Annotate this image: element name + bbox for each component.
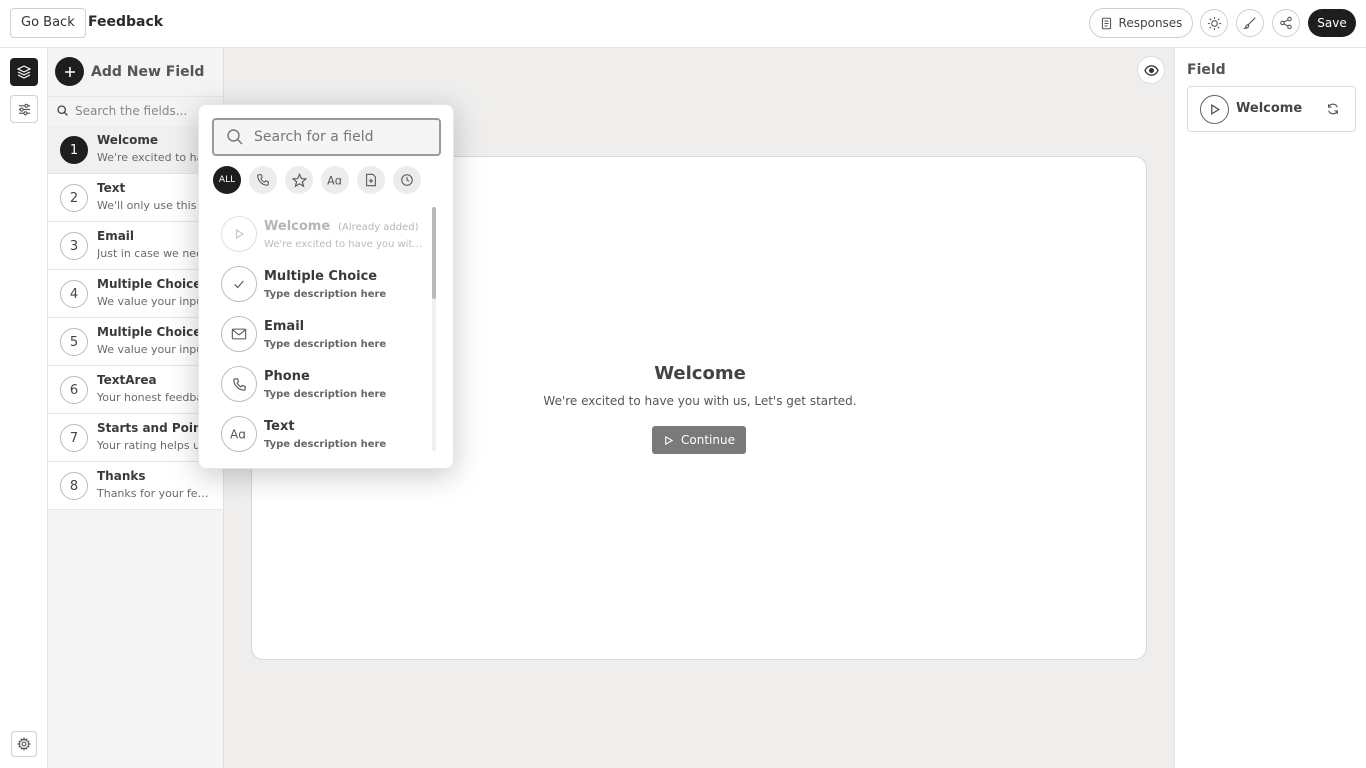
preview-button[interactable] (1137, 56, 1165, 84)
option-desc: We're excited to have you with us (264, 239, 428, 250)
share-icon (1279, 16, 1293, 30)
text-icon: Aɑ (327, 174, 344, 186)
field-number: 8 (60, 472, 88, 500)
layers-icon (16, 64, 32, 80)
add-new-field-button[interactable]: Add New Field (55, 57, 204, 86)
fields-tab-button[interactable] (10, 58, 38, 86)
field-title: Thanks (97, 469, 146, 483)
file-add-icon (364, 173, 378, 187)
filter-all-button[interactable]: ALL (213, 166, 241, 194)
field-title: Email (97, 229, 135, 243)
field-title: Text (97, 181, 126, 195)
change-field-type-button[interactable] (1326, 102, 1340, 116)
filter-file-button[interactable] (357, 166, 385, 194)
go-back-button[interactable]: Go Back (10, 8, 86, 38)
field-number: 5 (60, 328, 88, 356)
search-icon (56, 104, 69, 117)
responses-label: Responses (1118, 16, 1183, 30)
filter-text-button[interactable]: Aɑ (321, 166, 349, 194)
share-button[interactable] (1272, 9, 1300, 37)
mail-icon (221, 316, 257, 352)
field-type-option[interactable]: Phone Type description here (199, 359, 431, 409)
check-icon (221, 266, 257, 302)
filter-phone-button[interactable] (249, 166, 277, 194)
option-title: Phone (264, 369, 310, 384)
field-title: Starts and Points (97, 421, 215, 435)
field-type-option: Welcome (Already added) We're excited to … (199, 209, 431, 259)
field-list-item[interactable]: 8 Thanks Thanks for your feed ... (48, 462, 223, 510)
option-desc: Type description here (264, 289, 387, 300)
field-panel-title: Field (1187, 62, 1226, 78)
continue-label: Continue (681, 433, 735, 447)
field-number: 4 (60, 280, 88, 308)
field-number: 6 (60, 376, 88, 404)
field-type-list: Welcome (Already added) We're excited to … (199, 209, 431, 453)
option-title: Text (264, 419, 295, 434)
plus-icon (55, 57, 84, 86)
play-icon (1200, 95, 1229, 124)
option-desc: Type description here (264, 339, 387, 350)
save-button[interactable]: Save (1308, 9, 1356, 37)
top-bar: Go Back Feedback Responses Save (0, 0, 1366, 48)
play-icon (221, 216, 257, 252)
filter-rating-button[interactable] (285, 166, 313, 194)
filter-date-button[interactable] (393, 166, 421, 194)
design-button[interactable] (1236, 9, 1264, 37)
continue-button[interactable]: Continue (652, 426, 746, 454)
svg-text:Aɑ: Aɑ (327, 174, 342, 186)
option-desc: Type description here (264, 439, 387, 450)
popup-search-input[interactable] (254, 129, 424, 145)
left-rail (0, 48, 48, 768)
field-number: 7 (60, 424, 88, 452)
field-title: Multiple Choice (97, 277, 202, 291)
add-new-field-label: Add New Field (91, 63, 205, 80)
option-desc: Type description here (264, 389, 387, 400)
brush-icon (1243, 16, 1257, 30)
page-title: Feedback (88, 14, 164, 30)
field-title: TextArea (97, 373, 157, 387)
option-title: Multiple Choice (264, 269, 378, 284)
field-number: 1 (60, 136, 88, 164)
popup-scrollbar-thumb[interactable] (432, 207, 436, 299)
field-title: Welcome (97, 133, 159, 147)
field-type-option[interactable]: Email Type description here (199, 309, 431, 359)
sliders-icon (17, 102, 32, 117)
eye-icon (1143, 63, 1159, 78)
search-icon (226, 128, 244, 146)
field-desc: Thanks for your feed ... (97, 487, 215, 500)
popup-scrollbar[interactable] (432, 207, 436, 451)
text-icon: Aɑ (221, 416, 257, 452)
theme-toggle-button[interactable] (1200, 9, 1228, 37)
phone-icon (221, 366, 257, 402)
option-title: Email (264, 319, 305, 334)
already-added-note: (Already added) (338, 222, 419, 233)
sun-icon (1207, 16, 1222, 31)
play-icon (663, 435, 674, 446)
selected-field-label: Welcome (1236, 101, 1303, 116)
phone-icon (256, 173, 270, 187)
field-type-option[interactable]: Aɑ Text Type description here (199, 409, 431, 453)
popup-search-field[interactable] (212, 118, 441, 156)
fields-search-placeholder: Search the fields... (75, 103, 188, 118)
field-properties-panel: Field Welcome (1174, 48, 1366, 768)
field-number: 2 (60, 184, 88, 212)
field-title: Multiple Choice (97, 325, 202, 339)
option-title: Welcome (264, 219, 331, 234)
responses-button[interactable]: Responses (1089, 8, 1193, 38)
document-icon (1100, 17, 1113, 30)
global-settings-button[interactable] (11, 731, 37, 757)
settings-tab-button[interactable] (10, 95, 38, 123)
clock-icon (400, 173, 414, 187)
add-field-popup: ALL Aɑ (198, 104, 454, 469)
gear-icon (17, 737, 31, 751)
field-type-filters: ALL Aɑ (213, 166, 421, 194)
svg-text:Aɑ: Aɑ (230, 428, 246, 442)
field-number: 3 (60, 232, 88, 260)
star-icon (291, 172, 307, 188)
selected-field-card[interactable]: Welcome (1187, 86, 1356, 132)
field-type-option[interactable]: Multiple Choice Type description here (199, 259, 431, 309)
refresh-icon (1326, 102, 1340, 116)
